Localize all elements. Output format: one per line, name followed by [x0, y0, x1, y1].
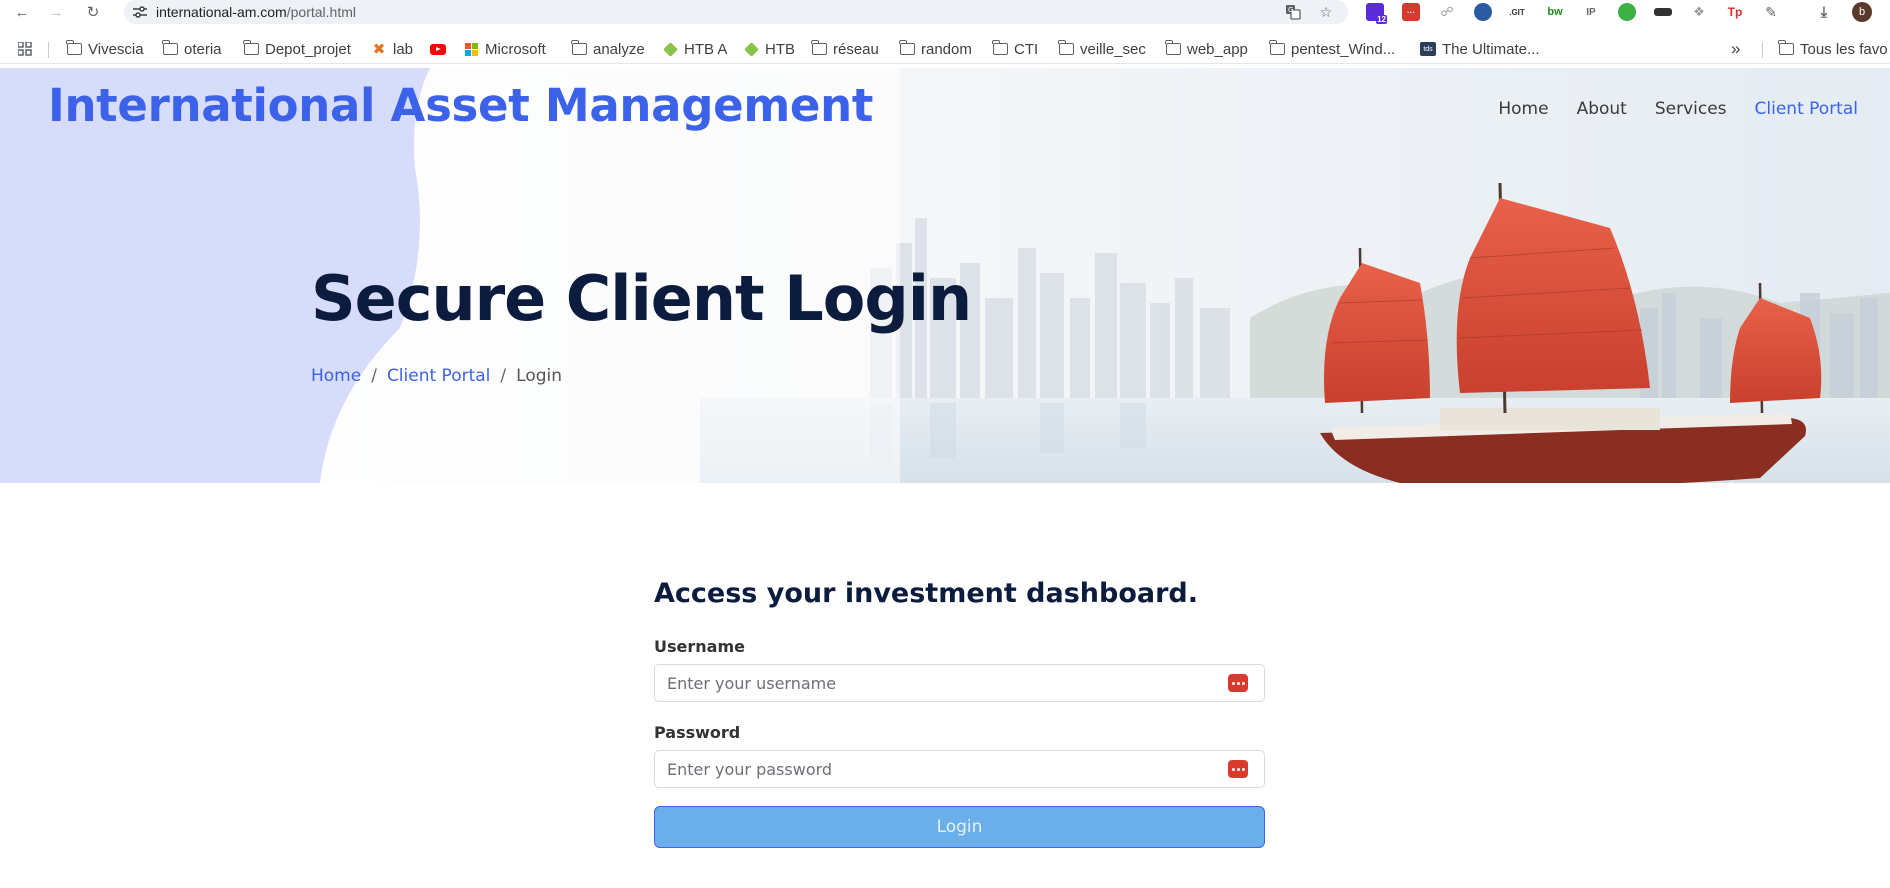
breadcrumb-home[interactable]: Home	[311, 366, 361, 386]
microsoft-icon	[463, 42, 479, 56]
username-field-wrapper	[654, 664, 1265, 702]
folder-icon	[1164, 40, 1181, 56]
back-arrow-icon[interactable]: ←	[12, 2, 32, 22]
bookmark-star-icon[interactable]: ☆	[1317, 3, 1335, 21]
folder-icon	[570, 40, 587, 56]
reload-icon[interactable]: ↻	[83, 2, 103, 22]
globe-extension-icon[interactable]	[1474, 3, 1492, 21]
bookmark-analyze[interactable]: analyze	[570, 39, 645, 59]
breadcrumb-client-portal[interactable]: Client Portal	[387, 366, 490, 386]
apps-grid-icon[interactable]	[18, 39, 32, 59]
bookmark-random[interactable]: random	[898, 39, 972, 59]
bookmark-pentest-windows[interactable]: pentest_Wind...	[1268, 39, 1395, 59]
youtube-icon	[430, 42, 446, 56]
folder-icon	[1777, 40, 1794, 56]
bookmark-the-ultimate[interactable]: tds The Ultimate...	[1420, 39, 1540, 59]
download-icon[interactable]: ⤓	[1815, 3, 1833, 21]
bookmark-youtube[interactable]	[430, 39, 452, 59]
breadcrumb-separator: /	[500, 366, 507, 386]
folder-icon	[991, 40, 1008, 56]
forward-arrow-icon[interactable]: →	[46, 2, 66, 22]
folder-icon	[810, 40, 827, 56]
password-field-wrapper	[654, 750, 1265, 788]
htb-cube-icon	[662, 41, 678, 57]
bookmark-reseau[interactable]: réseau	[810, 39, 879, 59]
mask-extension-icon[interactable]	[1654, 8, 1672, 16]
folder-icon	[242, 40, 259, 56]
bookmark-veille-sec[interactable]: veille_sec	[1057, 39, 1146, 59]
nav-services[interactable]: Services	[1655, 99, 1727, 119]
login-button[interactable]: Login	[654, 806, 1265, 848]
bookmark-web-app[interactable]: web_app	[1164, 39, 1248, 59]
password-manager-icon[interactable]	[1228, 760, 1248, 778]
git-extension-icon[interactable]: .GIT	[1508, 3, 1526, 21]
url-text[interactable]: international-am.com/portal.html	[156, 4, 356, 20]
site-settings-icon[interactable]	[132, 4, 148, 20]
nav-client-portal[interactable]: Client Portal	[1755, 99, 1858, 119]
bookmark-microsoft[interactable]: Microsoft	[463, 39, 546, 59]
folder-icon	[1268, 40, 1285, 56]
bookmark-oteria[interactable]: oteria	[161, 39, 222, 59]
ip-extension-icon[interactable]: IP	[1582, 3, 1600, 21]
breadcrumb-current: Login	[516, 366, 563, 386]
bookmarks-overflow-button[interactable]: »	[1731, 39, 1740, 59]
folder-icon	[161, 40, 178, 56]
folder-icon	[1057, 40, 1074, 56]
username-label: Username	[654, 637, 745, 656]
username-input[interactable]	[667, 665, 1207, 701]
profile-avatar[interactable]: b	[1852, 2, 1872, 22]
password-manager-icon[interactable]	[1228, 674, 1248, 692]
extensions-menu-icon[interactable]: ✎	[1762, 3, 1780, 21]
hero-banner: International Asset Management Home Abou…	[0, 68, 1890, 483]
translate-icon[interactable]: G	[1284, 3, 1302, 21]
bookmark-vivescia[interactable]: Vivescia	[65, 39, 144, 59]
green-extension-icon[interactable]	[1618, 3, 1636, 21]
browser-toolbar: ← → ↻ international-am.com/portal.html G…	[0, 0, 1890, 24]
bookmark-lab[interactable]: ✖ lab	[371, 39, 413, 59]
bookmark-htb[interactable]: HTB	[743, 39, 795, 59]
htb-cube-icon	[743, 41, 759, 57]
bookmarks-divider	[1762, 42, 1763, 58]
page-title: Secure Client Login	[311, 262, 972, 335]
extension-badge-icon[interactable]: 12	[1366, 3, 1387, 24]
folder-icon	[898, 40, 915, 56]
bookmarks-divider	[48, 42, 49, 58]
all-bookmarks-folder[interactable]: Tous les favo	[1777, 39, 1888, 59]
bookmark-depot-projet[interactable]: Depot_projet	[242, 39, 351, 59]
tds-icon: tds	[1420, 42, 1436, 56]
bookmark-cti[interactable]: CTI	[991, 39, 1038, 59]
builtwith-extension-icon[interactable]: bw	[1546, 3, 1564, 21]
nav-about[interactable]: About	[1577, 99, 1627, 119]
breadcrumb: Home / Client Portal / Login	[311, 366, 562, 386]
address-bar[interactable]: international-am.com/portal.html G ☆	[124, 0, 1348, 24]
puzzle-extension-icon[interactable]: ❖	[1690, 3, 1708, 21]
nav-home[interactable]: Home	[1498, 99, 1548, 119]
bookmark-htb-a[interactable]: HTB A	[662, 39, 727, 59]
site-logo[interactable]: International Asset Management	[48, 79, 873, 132]
password-input[interactable]	[667, 751, 1207, 787]
link-extension-icon[interactable]: ☍	[1438, 3, 1456, 21]
web-page: International Asset Management Home Abou…	[0, 68, 1890, 888]
password-manager-extension-icon[interactable]: ···	[1402, 3, 1420, 21]
folder-icon	[65, 40, 82, 56]
svg-text:G: G	[1288, 6, 1293, 14]
main-nav: Home About Services Client Portal	[1498, 99, 1858, 119]
x-logo-icon: ✖	[372, 41, 386, 58]
breadcrumb-separator: /	[371, 366, 377, 386]
tp-extension-icon[interactable]: Tp	[1726, 3, 1744, 21]
bookmarks-bar: Vivescia oteria Depot_projet ✖ lab Micros…	[0, 34, 1890, 64]
password-label: Password	[654, 723, 741, 742]
form-heading: Access your investment dashboard.	[654, 578, 1199, 609]
